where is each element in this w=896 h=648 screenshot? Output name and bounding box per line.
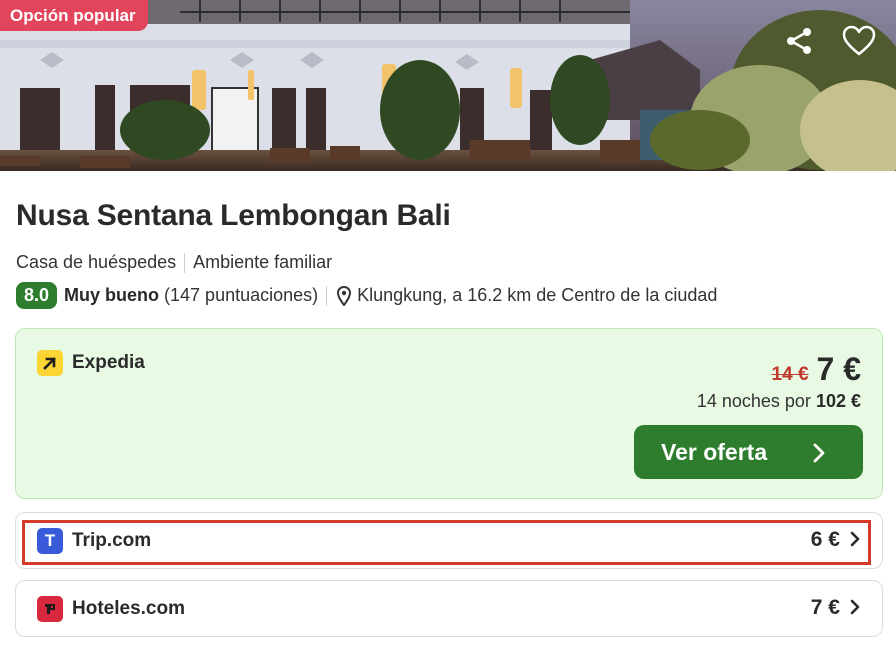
chevron-right-icon <box>850 599 860 620</box>
view-offer-label: Ver oferta <box>661 438 768 465</box>
offer-provider-name: Trip.com <box>72 530 152 551</box>
offer-provider-name: Hoteles.com <box>72 598 185 619</box>
offer-row-trip[interactable]: T Trip.com 6 € <box>15 512 883 569</box>
offer-provider: Hoteles.com <box>37 596 185 622</box>
chevron-right-icon <box>813 442 825 469</box>
offer-provider: T Trip.com <box>37 528 151 554</box>
deal-provider-name: Expedia <box>72 352 145 373</box>
trip-logo-icon: T <box>37 528 63 554</box>
hotel-photo[interactable]: Opción popular <box>0 0 896 171</box>
hotel-type-line: Casa de huéspedes Ambiente familiar <box>16 252 332 273</box>
hotel-type: Casa de huéspedes <box>16 252 177 272</box>
hotel-name[interactable]: Nusa Sentana Lembongan Bali <box>16 199 451 233</box>
stay-total: 14 noches por 102 € <box>697 391 861 412</box>
hoteles-logo-icon <box>37 596 63 622</box>
location-pin-icon <box>337 285 352 306</box>
nights-text: 14 noches por <box>696 391 811 411</box>
heart-icon[interactable] <box>840 22 878 60</box>
offer-row-hoteles[interactable]: Hoteles.com 7 € <box>15 580 883 637</box>
deal-provider: Expedia <box>37 350 145 376</box>
chevron-right-icon <box>850 531 860 552</box>
current-price: 7 € <box>816 351 861 387</box>
trip-logo-letter: T <box>44 531 56 550</box>
view-offer-button[interactable]: Ver oferta <box>634 425 863 479</box>
hotel-feature: Ambiente familiar <box>193 252 333 272</box>
divider <box>184 252 186 273</box>
offer-price: 7 € <box>810 596 840 619</box>
review-count: (147 puntuaciones) <box>164 285 319 305</box>
offer-price: 6 € <box>810 528 840 551</box>
share-icon[interactable] <box>780 22 818 60</box>
top-deal-card[interactable]: Expedia 14 € 7 € 14 noches por 102 € Ver… <box>15 328 883 499</box>
location-text[interactable]: Klungkung, a 16.2 km de Centro de la ciu… <box>357 285 717 306</box>
popular-badge: Opción popular <box>0 0 148 31</box>
rating-line: 8.0 Muy bueno (147 puntuaciones) Klungku… <box>16 282 717 309</box>
total-price: 102 € <box>815 391 861 411</box>
deal-price: 14 € 7 € <box>772 351 861 388</box>
rating-label: Muy bueno <box>64 285 160 305</box>
old-price: 14 € <box>771 364 809 385</box>
score-badge: 8.0 <box>16 282 58 309</box>
expedia-logo-icon <box>37 350 63 376</box>
divider <box>326 285 328 306</box>
